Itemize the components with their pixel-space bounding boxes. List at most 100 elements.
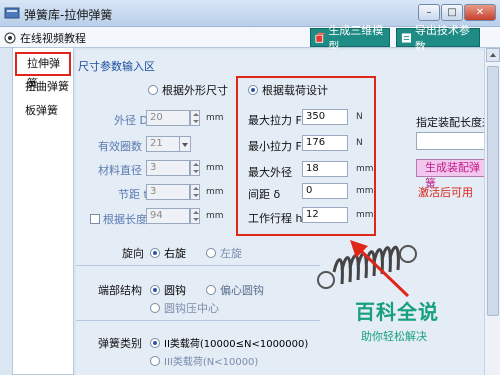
scroll-thumb[interactable]: [487, 66, 499, 316]
length-label: 根据长度: [103, 213, 147, 226]
generate-3d-label: 生成三维模型: [328, 23, 384, 53]
tab-torsion-spring[interactable]: 扭曲弹簧: [15, 76, 71, 98]
wire-diameter-stepper[interactable]: [190, 160, 200, 176]
rotation-label: 旋向: [122, 247, 144, 260]
min-force-field[interactable]: 176: [302, 135, 348, 151]
end-hook-center-radio[interactable]: 圆钩压中心: [150, 300, 219, 316]
rotation-left-radio[interactable]: 左旋: [206, 245, 242, 261]
left-tab-panel: 拉伸弹簧 扭曲弹簧 板弹簧: [12, 47, 74, 375]
radio-icon: [206, 285, 216, 295]
radio-icon: [150, 285, 160, 295]
pitch-label: 节距 t: [118, 188, 148, 201]
unit-label: mm: [206, 211, 224, 221]
work-stroke-label: 工作行程 h: [248, 212, 303, 225]
cube-icon: [315, 32, 326, 43]
divider: [76, 320, 320, 321]
video-icon: [4, 32, 16, 44]
pitch-stepper[interactable]: [190, 184, 200, 200]
tutorial-label: 在线视频教程: [20, 32, 86, 45]
max-force-label: 最大拉力 Fn: [248, 114, 309, 127]
end-structure-label: 端部结构: [98, 284, 142, 297]
tutorial-link[interactable]: 在线视频教程: [4, 30, 86, 46]
mode-outer-label: 根据外形尺寸: [162, 84, 228, 97]
end-hook-label: 圆钩: [164, 284, 186, 297]
section-title: 尺寸参数输入区: [78, 60, 155, 73]
generate-assembly-button[interactable]: 生成装配弹簧: [416, 159, 488, 190]
generate-3d-button[interactable]: 生成三维模型: [310, 24, 390, 53]
length-field[interactable]: 94: [146, 208, 190, 224]
tab-label: 板弹簧: [25, 104, 58, 117]
checkbox-icon: [90, 214, 100, 224]
toolbar: 在线视频教程 生成三维模型 导出技术参数: [0, 24, 500, 53]
maximize-button[interactable]: □: [441, 4, 463, 21]
unit-label: mm: [356, 210, 374, 220]
gap-field[interactable]: 0: [302, 183, 348, 199]
active-coils-select[interactable]: 21: [146, 136, 180, 152]
radio-icon: [150, 248, 160, 258]
work-stroke-field[interactable]: 12: [302, 207, 348, 223]
app-icon: [4, 7, 20, 19]
scroll-up-icon[interactable]: [486, 48, 500, 62]
spring-type-label: 弹簧类别: [98, 337, 142, 350]
end-hook-center-label: 圆钩压中心: [164, 302, 219, 315]
unit-label: mm: [206, 163, 224, 173]
minimize-icon: –: [426, 7, 432, 18]
chevron-down-icon[interactable]: [179, 136, 191, 152]
radio-icon: [150, 356, 160, 366]
minimize-button[interactable]: –: [418, 4, 440, 21]
tab-label: 扭曲弹簧: [25, 80, 69, 93]
watermark-title: 百科全说: [355, 300, 439, 324]
max-outer-diameter-label: 最大外径: [248, 166, 292, 179]
vertical-scrollbar[interactable]: [484, 48, 500, 375]
close-icon: ✕: [475, 7, 485, 18]
pitch-field[interactable]: 3: [146, 184, 190, 200]
rotation-left-label: 左旋: [220, 247, 242, 260]
arrow-icon: [350, 240, 410, 298]
mode-outer-radio[interactable]: 根据外形尺寸: [148, 82, 228, 98]
unit-label: mm: [356, 164, 374, 174]
window-title: 弹簧库-拉伸弹簧: [24, 8, 113, 22]
length-stepper[interactable]: [190, 208, 200, 224]
outer-diameter-field[interactable]: 20: [146, 110, 190, 126]
watermark-subtitle: 助你轻松解决: [361, 330, 427, 343]
watermark-logo: 百科全说 助你轻松解决: [355, 296, 465, 356]
spring-type-2-label: II类载荷(10000≤N<1000000): [164, 339, 309, 350]
radio-icon: [148, 85, 158, 95]
outer-diameter-stepper[interactable]: [190, 110, 200, 126]
unit-label: mm: [356, 186, 374, 196]
end-offset-hook-label: 偏心圆钩: [220, 284, 264, 297]
max-force-field[interactable]: 350: [302, 109, 348, 125]
spring-type-2-radio[interactable]: II类载荷(10000≤N<1000000): [150, 335, 308, 350]
activate-note: 激活后可用: [418, 186, 473, 199]
unit-label: mm: [206, 113, 224, 123]
rotation-right-radio[interactable]: 右旋: [150, 245, 186, 261]
divider: [76, 265, 320, 266]
unit-label: N: [356, 138, 363, 148]
unit-label: N: [356, 112, 363, 122]
unit-label: mm: [206, 187, 224, 197]
gap-label: 间距 δ: [248, 188, 281, 201]
length-checkbox[interactable]: 根据长度: [90, 211, 147, 227]
close-button[interactable]: ✕: [464, 4, 496, 21]
assembly-length-label: 指定装配长度来: [416, 116, 493, 129]
end-offset-hook-radio[interactable]: 偏心圆钩: [206, 282, 264, 298]
tab-tension-spring[interactable]: 拉伸弹簧: [15, 52, 71, 90]
rotation-right-label: 右旋: [164, 247, 186, 260]
wire-diameter-field[interactable]: 3: [146, 160, 190, 176]
spring-type-3-label: III类载荷(N<10000): [164, 357, 259, 368]
export-params-label: 导出技术参数: [414, 23, 470, 53]
max-outer-diameter-field[interactable]: 18: [302, 161, 348, 177]
maximize-icon: □: [447, 7, 457, 18]
radio-icon: [150, 338, 160, 348]
wire-diameter-label: 材料直径 d: [98, 164, 153, 177]
active-coils-label: 有效圈数 n: [98, 140, 153, 153]
radio-icon: [206, 248, 216, 258]
radio-icon: [150, 303, 160, 313]
spring-type-3-radio[interactable]: III类载荷(N<10000): [150, 353, 258, 368]
tab-leaf-spring[interactable]: 板弹簧: [15, 100, 71, 122]
min-force-label: 最小拉力 F1: [248, 140, 309, 153]
export-params-button[interactable]: 导出技术参数: [396, 24, 480, 53]
export-icon: [401, 32, 412, 43]
assembly-length-field[interactable]: [416, 132, 486, 150]
end-hook-radio[interactable]: 圆钩: [150, 282, 186, 298]
